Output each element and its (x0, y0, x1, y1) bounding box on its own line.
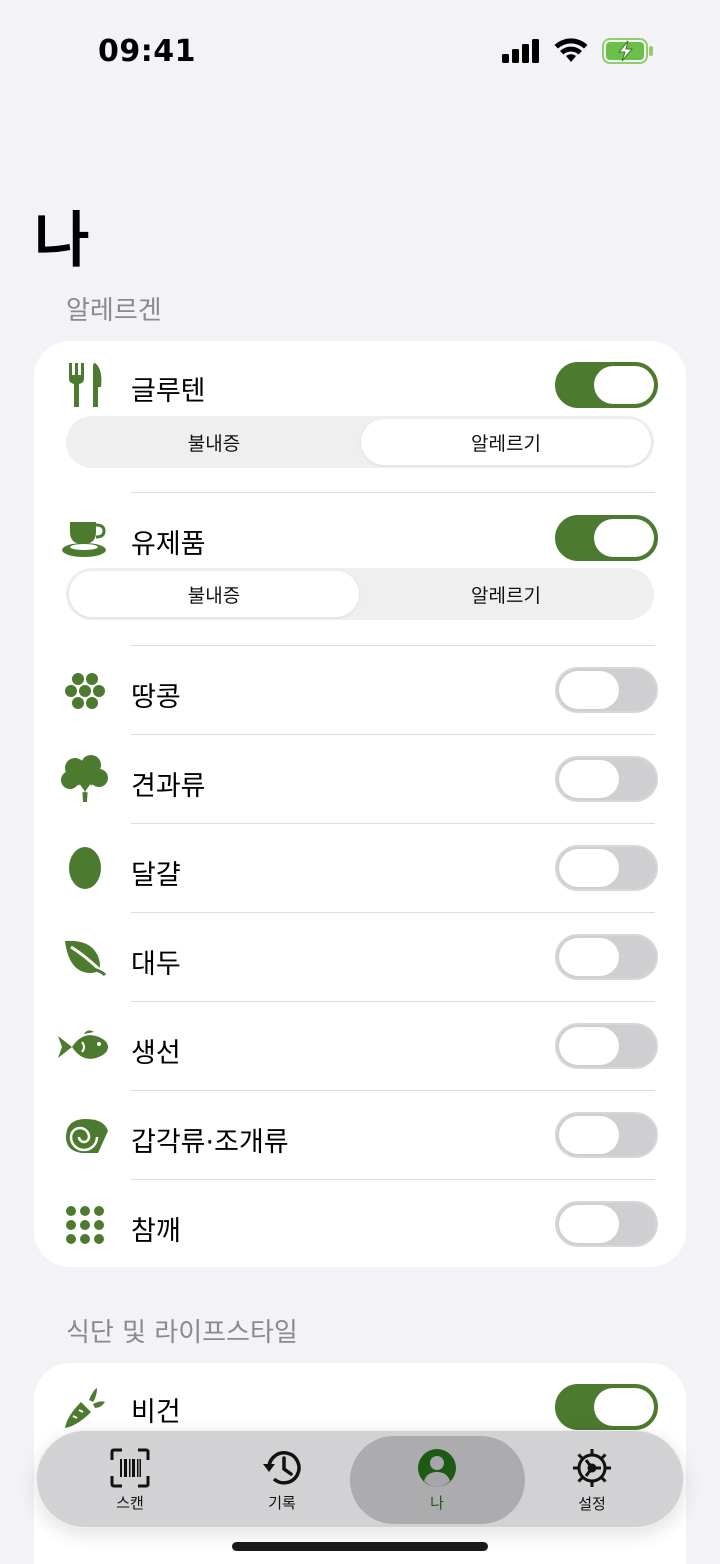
egg-icon (60, 843, 110, 893)
tree-icon (60, 753, 110, 803)
allergens-section-header: 알레르겐 (66, 296, 162, 326)
allergen-row-dairy: 유제품 불내증 알레르기 (34, 494, 686, 634)
carrot-icon (60, 1383, 110, 1433)
tree-nuts-toggle[interactable] (555, 756, 658, 802)
allergen-label-sesame: 참깨 (131, 1216, 181, 1247)
signal-icon (502, 39, 539, 63)
allergen-label-soy: 대두 (131, 949, 181, 980)
allergen-label-tree-nuts: 견과류 (131, 771, 206, 802)
allergen-row-peanut: 땅콩 (34, 646, 686, 735)
divider (131, 492, 655, 493)
tab-bar: 스캔 기록 나 설정 (36, 1430, 684, 1528)
diet-label-vegan: 비건 (131, 1397, 181, 1428)
gluten-toggle[interactable] (555, 362, 658, 408)
vegan-toggle[interactable] (555, 1384, 658, 1430)
tab-settings[interactable]: 설정 (517, 1431, 667, 1529)
allergen-label-fish: 생선 (131, 1038, 181, 1069)
tab-scan[interactable]: 스캔 (55, 1431, 205, 1529)
tab-label-settings: 설정 (578, 1494, 606, 1513)
cup-saucer-icon (60, 513, 110, 563)
allergen-label-dairy: 유제품 (131, 529, 206, 560)
gluten-segment-intolerance[interactable]: 불내증 (69, 419, 359, 465)
leaf-icon (60, 933, 110, 983)
fish-toggle[interactable] (555, 1023, 658, 1069)
tab-label-history: 기록 (268, 1493, 296, 1512)
allergen-row-sesame: 참깨 (34, 1180, 686, 1267)
gear-icon (573, 1448, 611, 1487)
tab-label-scan: 스캔 (116, 1493, 144, 1512)
dairy-segment-intolerance[interactable]: 불내증 (69, 571, 359, 617)
fork-knife-icon (60, 360, 110, 410)
seeds-icon (60, 1200, 110, 1250)
status-icons (502, 38, 654, 64)
gluten-type-segmented-control: 불내증 알레르기 (66, 416, 654, 468)
allergen-row-egg: 달걀 (34, 824, 686, 913)
barcode-scan-icon (110, 1448, 150, 1487)
allergen-label-egg: 달걀 (131, 860, 181, 891)
dairy-toggle[interactable] (555, 515, 658, 561)
dairy-type-segmented-control: 불내증 알레르기 (66, 568, 654, 620)
tab-history[interactable]: 기록 (207, 1431, 357, 1529)
sesame-toggle[interactable] (555, 1201, 658, 1247)
status-bar: 09:41 (0, 0, 720, 100)
allergen-row-tree-nuts: 견과류 (34, 735, 686, 824)
soy-toggle[interactable] (555, 934, 658, 980)
page-title: 나 (34, 206, 90, 276)
allergen-label-gluten: 글루텐 (131, 376, 206, 407)
allergen-row-soy: 대두 (34, 913, 686, 1002)
allergen-row-shellfish: 갑각류·조개류 (34, 1091, 686, 1180)
person-icon (418, 1448, 456, 1487)
battery-charging-icon (602, 38, 653, 64)
home-indicator (232, 1542, 488, 1551)
allergens-card: 글루텐 불내증 알레르기 유제품 불내증 알레르기 땅콩 견과류 달걀 대두 생… (34, 341, 686, 1267)
gluten-segment-allergy[interactable]: 알레르기 (361, 419, 651, 465)
diet-section-header: 식단 및 라이프스타일 (66, 1318, 298, 1348)
wifi-icon (554, 38, 588, 62)
peanut-toggle[interactable] (555, 667, 658, 713)
fish-icon (58, 1022, 108, 1072)
allergen-row-fish: 생선 (34, 1002, 686, 1091)
tab-me[interactable]: 나 (362, 1431, 512, 1529)
shellfish-toggle[interactable] (555, 1112, 658, 1158)
allergen-label-peanut: 땅콩 (131, 682, 181, 713)
shell-icon (62, 1111, 112, 1161)
peanut-cluster-icon (60, 666, 110, 716)
egg-toggle[interactable] (555, 845, 658, 891)
tab-label-me: 나 (430, 1493, 444, 1512)
dairy-segment-allergy[interactable]: 알레르기 (361, 571, 651, 617)
allergen-label-shellfish: 갑각류·조개류 (131, 1127, 289, 1158)
status-time: 09:41 (98, 34, 196, 69)
history-icon (263, 1450, 301, 1484)
allergen-row-gluten: 글루텐 불내증 알레르기 (34, 341, 686, 481)
